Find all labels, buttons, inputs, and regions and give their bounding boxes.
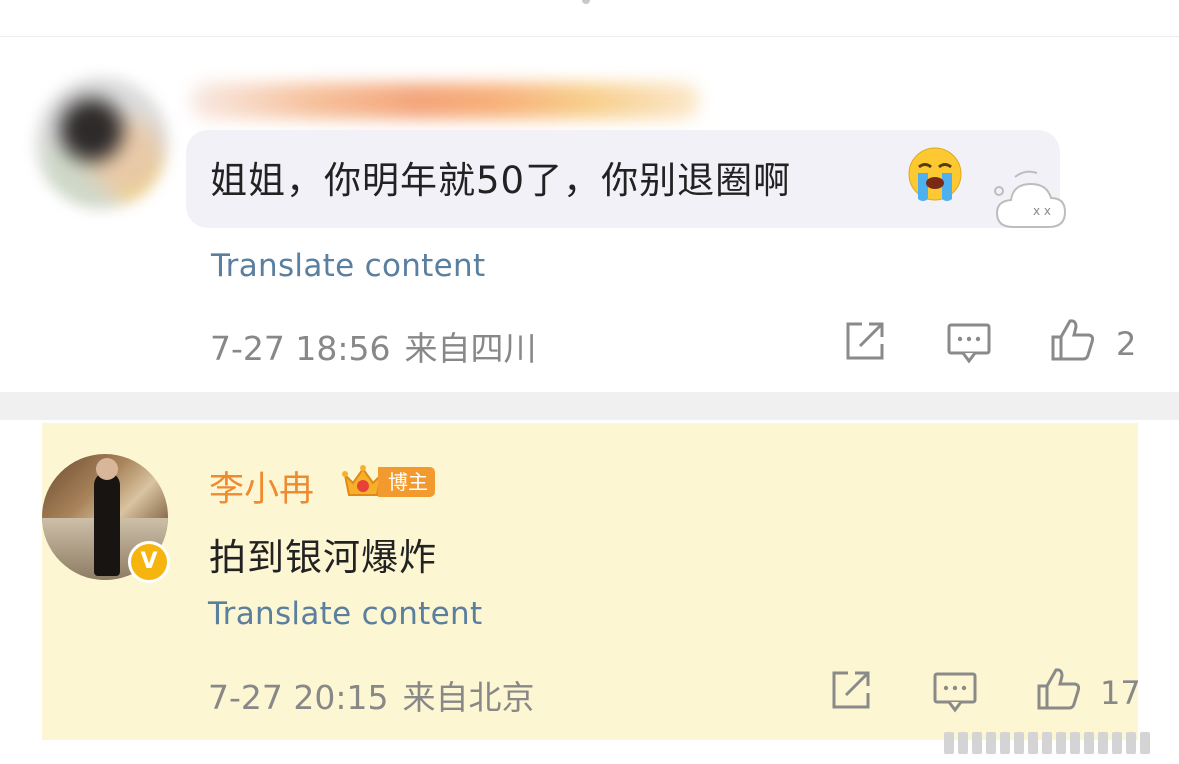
translate-link[interactable]: Translate content <box>208 596 482 632</box>
comment-item: 姐姐，你明年就50了，你别退圈啊 x x Translate content 7… <box>0 37 1179 392</box>
comment-location: 来自四川 <box>404 329 537 368</box>
top-indicator <box>582 0 590 4</box>
comment-icon[interactable] <box>946 320 992 366</box>
share-icon[interactable] <box>828 667 874 713</box>
comment-item-highlighted: V 李小冉 博主 拍到银河爆炸 Translate content 7-27 2… <box>42 423 1141 740</box>
comment-meta: 7-27 20:15 来自北京 <box>208 671 535 719</box>
verified-badge: V <box>128 541 170 583</box>
watermark-strip <box>944 730 1174 756</box>
svg-text:x x: x x <box>1033 204 1051 218</box>
comment-text: 拍到银河爆炸 <box>209 536 437 579</box>
section-divider <box>0 392 1179 420</box>
comment-date: 7-27 20:15 <box>208 678 389 717</box>
comment-date: 7-27 18:56 <box>210 329 391 368</box>
username[interactable]: 李小冉 <box>209 461 314 512</box>
like-count: 17 <box>1100 674 1141 712</box>
comment-meta: 7-27 18:56 来自四川 <box>210 322 537 370</box>
like-icon[interactable] <box>1050 317 1096 363</box>
comment-text: 姐姐，你明年就50了，你别退圈啊 <box>210 159 792 202</box>
like-count: 2 <box>1116 325 1137 363</box>
translate-link[interactable]: Translate content <box>211 248 485 284</box>
blurred-username <box>190 83 700 119</box>
like-icon[interactable] <box>1036 666 1082 712</box>
avatar[interactable] <box>36 77 168 209</box>
top-strip <box>0 0 1179 37</box>
cry-emoji-icon <box>908 147 962 201</box>
comment-icon[interactable] <box>932 669 978 715</box>
comment-location: 来自北京 <box>402 678 535 717</box>
blogger-badge: 博主 <box>378 467 435 497</box>
share-icon[interactable] <box>842 318 888 364</box>
cloud-sticker-icon: x x <box>994 170 1067 228</box>
page: 姐姐，你明年就50了，你别退圈啊 x x Translate content 7… <box>0 0 1179 764</box>
